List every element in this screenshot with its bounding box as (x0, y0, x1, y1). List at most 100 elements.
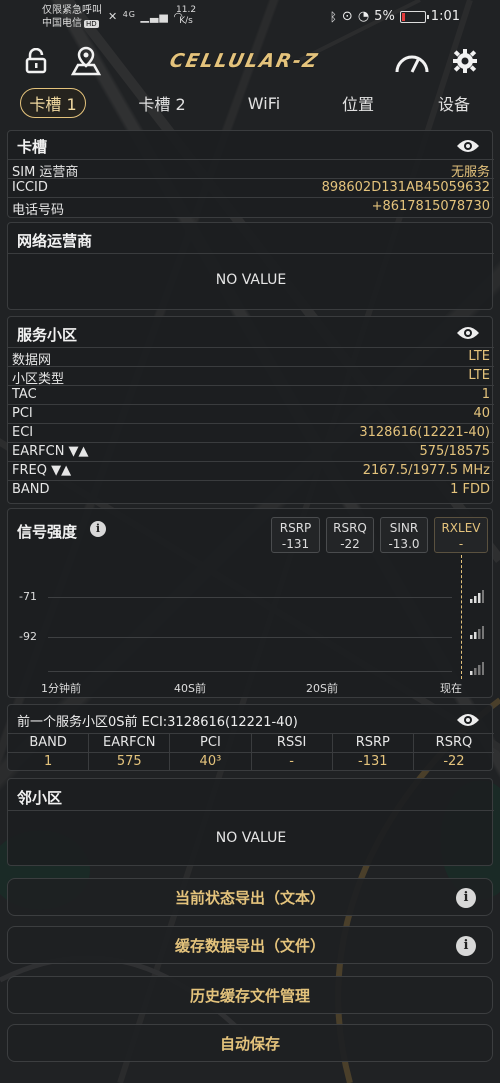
row-key: ICCID (12, 180, 48, 195)
iccid-row: ICCID 898602D131AB45059632 (8, 178, 494, 197)
column-header: RSSI (252, 734, 333, 752)
button-label: 当前状态导出（文本） (174, 888, 325, 907)
metric-group: RSRP -131 RSRQ -22 SINR -13.0 RXLEV - (271, 517, 491, 555)
neighbor-cell-title: 邻小区 (17, 789, 63, 807)
metric-rsrq[interactable]: RSRQ -22 (326, 517, 374, 553)
clock: 1:01 (430, 9, 460, 24)
serving-cell-panel: 服务小区 数据网 LTE 小区类型 LTE TAC 1 PCI 40 ECI 312861… (7, 316, 494, 504)
signal-strength-title: 信号强度 (17, 523, 78, 541)
previous-cell-row: 1 575 40³ - -131 -22 (8, 752, 494, 771)
eye-icon[interactable] (456, 712, 480, 728)
pci-row: PCI 40 (8, 404, 494, 423)
neighbor-cell-panel: 邻小区 NO VALUE (7, 778, 494, 866)
row-value: 575/18575 (419, 444, 490, 459)
tab-sim2[interactable]: 卡槽 2 (124, 88, 200, 118)
carrier-name: 中国电信 (42, 18, 82, 29)
metric-rxlev[interactable]: RXLEV - (434, 517, 488, 553)
row-value: 40 (473, 406, 490, 421)
settings-gear-icon[interactable] (452, 48, 478, 74)
row-key: FREQ ▼▲ (12, 463, 72, 478)
network-operator-value: NO VALUE (215, 272, 287, 288)
row-value: 3128616(12221-40) (359, 425, 490, 440)
sim-operator-row: SIM 运营商 无服务 (8, 159, 494, 180)
earfcn-row[interactable]: EARFCN ▼▲ 575/18575 (8, 442, 494, 461)
row-key: PCI (12, 406, 33, 421)
tab-wifi[interactable]: WiFi (234, 88, 294, 118)
row-value: LTE (468, 368, 490, 383)
grid-line (48, 637, 452, 638)
tab-location[interactable]: 位置 (332, 88, 384, 118)
row-key: EARFCN ▼▲ (12, 444, 89, 459)
info-icon[interactable]: i (456, 936, 476, 956)
status-bar: 仅限紧急呼叫 中国电信 HD ✕ 4G ▁▃▅ ◠ 11.2 K/s ᛒ ⊙ ◔ … (0, 0, 500, 34)
table-cell: 575 (89, 753, 171, 771)
column-header: BAND (8, 734, 90, 752)
previous-cell-title: 前一个服务小区0S前 ECI:3128616(12221-40) (17, 715, 298, 730)
emergency-only-text: 仅限紧急呼叫 (42, 5, 102, 16)
band-row: BAND 1 FDD (8, 480, 494, 499)
metric-name: RSRQ (333, 521, 367, 535)
info-icon[interactable]: i (90, 521, 106, 537)
speedtest-icon[interactable] (392, 46, 432, 76)
metric-value: - (458, 537, 464, 551)
map-pin-icon[interactable] (70, 46, 102, 76)
freq-row[interactable]: FREQ ▼▲ 2167.5/1977.5 MHz (8, 461, 494, 480)
eye-icon[interactable] (456, 325, 480, 341)
speedometer-icon: ◔ (357, 9, 370, 24)
column-header: EARFCN (89, 734, 171, 752)
bluetooth-icon: ᛒ (329, 9, 337, 24)
tac-row: TAC 1 (8, 385, 494, 404)
network-operator-title: 网络运营商 (17, 232, 93, 250)
grid-line (48, 597, 452, 598)
row-key: BAND (12, 482, 50, 497)
signal-level-icon (470, 662, 484, 675)
metric-name: RSRP (279, 521, 312, 535)
row-value: +8617815078730 (371, 199, 490, 214)
current-time-marker (461, 555, 462, 679)
neighbor-cell-value: NO VALUE (215, 830, 287, 846)
x-label: 20S前 (306, 682, 338, 695)
metric-rsrp[interactable]: RSRP -131 (271, 517, 320, 553)
signal-level-icon (470, 626, 484, 639)
row-key: TAC (12, 387, 37, 402)
history-files-button[interactable]: 历史缓存文件管理 (7, 976, 493, 1014)
y-label: -92 (19, 630, 37, 643)
battery-icon (399, 10, 429, 23)
network-type: 4G (122, 10, 137, 19)
grid-line (48, 671, 452, 672)
table-cell: 40³ (170, 753, 252, 771)
sim-card-panel: 卡槽 SIM 运营商 无服务 ICCID 898602D131AB45059632 … (7, 130, 494, 218)
data-network-row: 数据网 LTE (8, 347, 494, 368)
metric-value: -22 (340, 537, 360, 551)
location-icon: ⊙ (341, 9, 353, 24)
table-cell: - (252, 753, 333, 771)
x-label: 40S前 (174, 682, 206, 695)
button-label: 历史缓存文件管理 (189, 986, 310, 1005)
row-key: 电话号码 (12, 203, 65, 218)
tab-device[interactable]: 设备 (428, 88, 480, 118)
button-label: 自动保存 (219, 1034, 280, 1053)
carrier-info: 仅限紧急呼叫 中国电信 HD (42, 4, 102, 31)
metric-sinr[interactable]: SINR -13.0 (380, 517, 428, 553)
lock-icon[interactable] (24, 48, 48, 74)
table-cell: 1 (8, 753, 90, 771)
network-operator-panel: 网络运营商 NO VALUE (7, 222, 494, 310)
signal-strength-panel: 信号强度 i RSRP -131 RSRQ -22 SINR -13.0 RXLEV -… (7, 508, 493, 698)
eci-row: ECI 3128616(12221-40) (8, 423, 494, 442)
metric-value: -131 (281, 537, 310, 551)
autosave-button[interactable]: 自动保存 (7, 1024, 493, 1062)
metric-name: SINR (389, 521, 419, 535)
column-header: RSRP (333, 734, 414, 752)
net-speed-unit: K/s (179, 16, 193, 26)
metric-value: -13.0 (388, 537, 420, 551)
eye-icon[interactable] (456, 138, 480, 154)
app-logo: CELLULAR-Z (167, 50, 321, 72)
row-value: 1 (481, 387, 490, 402)
signal-bars-icon: ▁▃▅ (140, 10, 169, 23)
export-text-button[interactable]: 当前状态导出（文本） i (7, 878, 493, 916)
tab-sim1[interactable]: 卡槽 1 (20, 88, 86, 118)
phone-number-row: 电话号码 +8617815078730 (8, 197, 494, 218)
export-file-button[interactable]: 缓存数据导出（文件） i (7, 926, 493, 964)
info-icon[interactable]: i (456, 888, 476, 908)
metric-name: RXLEV (441, 521, 481, 535)
